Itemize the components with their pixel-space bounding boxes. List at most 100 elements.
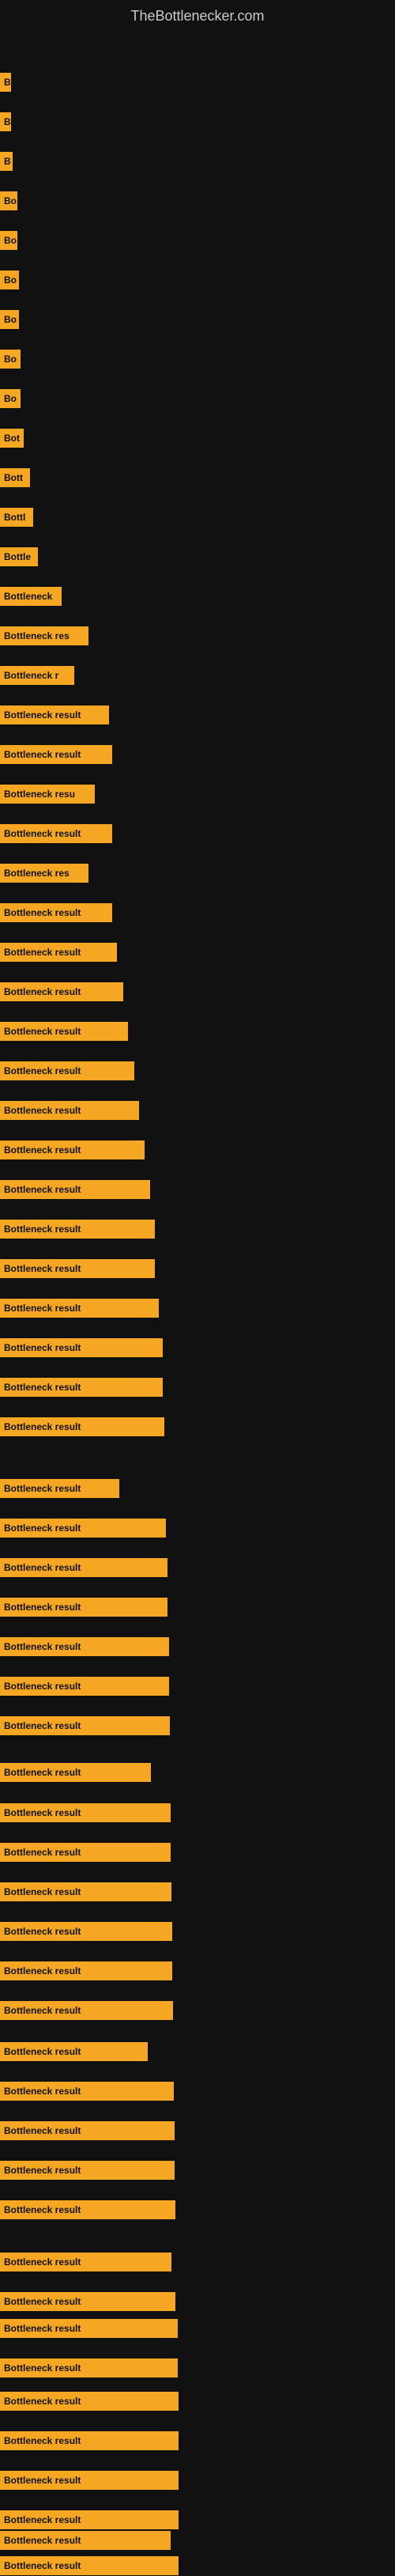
bar-row: Bottleneck result [0, 1802, 171, 1823]
bar-row: Bottleneck result [0, 2252, 171, 2272]
bar-row: Bottleneck result [0, 1518, 166, 1538]
bar-row: Bottleneck result [0, 2530, 171, 2551]
bar-label: B [0, 152, 13, 171]
bar-label: Bottleneck result [0, 2392, 179, 2411]
bar-row: Bottleneck result [0, 1021, 128, 1042]
bar-row: Bottleneck result [0, 2160, 175, 2181]
bar-row: Bottleneck result [0, 1140, 145, 1160]
bar-row: Bottleneck result [0, 1842, 171, 1863]
bar-row: B [0, 151, 13, 172]
bar-row: Bottleneck r [0, 665, 74, 686]
bar-label: Bottleneck result [0, 2200, 175, 2219]
bar-row: Bottleneck result [0, 1417, 164, 1437]
bar-label: Bo [0, 389, 21, 408]
bar-row: Bottleneck res [0, 863, 88, 883]
site-title: TheBottlenecker.com [0, 0, 395, 40]
bar-row: Bottleneck result [0, 2391, 179, 2411]
bar-row: Bottleneck result [0, 2291, 175, 2312]
bar-row: Bottleneck result [0, 705, 109, 725]
bar-label: Bottleneck res [0, 626, 88, 645]
bar-row: Bottleneck result [0, 1921, 172, 1942]
bar-row: Bottleneck result [0, 2555, 179, 2576]
bar-row: B [0, 112, 11, 132]
bar-row: Bottleneck result [0, 902, 112, 923]
bar-label: Bottleneck result [0, 2358, 178, 2377]
bar-row: Bottleneck result [0, 2318, 178, 2339]
bar-label: Bottleneck result [0, 2510, 179, 2529]
bar-row: Bo [0, 270, 19, 290]
bar-row: Bottleneck result [0, 2120, 175, 2141]
bar-label: Bottleneck result [0, 1843, 171, 1862]
bar-row: Bottleneck result [0, 1258, 155, 1279]
bar-label: Bottleneck result [0, 1479, 119, 1498]
bar-row: Bottle [0, 547, 38, 567]
bar-row: Bott [0, 467, 30, 488]
bar-label: Bottleneck result [0, 1417, 164, 1436]
bar-label: Bottleneck result [0, 2531, 171, 2550]
bar-label: Bottleneck result [0, 2121, 175, 2140]
bar-label: Bottleneck result [0, 2042, 148, 2061]
bar-label: Bottleneck result [0, 1101, 139, 1120]
bar-label: Bottleneck result [0, 1598, 167, 1617]
bar-label: B [0, 73, 11, 92]
bar-row: Bottleneck result [0, 1100, 139, 1121]
bar-label: Bottleneck result [0, 2001, 173, 2020]
bar-row: Bottleneck result [0, 1061, 134, 1081]
bar-row: Bottleneck result [0, 1337, 163, 1358]
bar-row: Bottl [0, 507, 33, 528]
bar-label: Bottleneck result [0, 982, 123, 1001]
bar-row: Bottleneck result [0, 2470, 179, 2491]
bar-row: Bottleneck result [0, 1219, 155, 1239]
bar-label: Bottleneck result [0, 1763, 151, 1782]
bar-row: Bottleneck result [0, 1557, 167, 1578]
bar-row: Bottleneck result [0, 1762, 151, 1783]
bar-label: Bottl [0, 508, 33, 527]
bar-row: Bottleneck result [0, 1961, 172, 1981]
bar-row: Bottleneck result [0, 2000, 173, 2021]
bar-label: Bottleneck result [0, 1677, 169, 1696]
bar-row: Bottleneck result [0, 2041, 148, 2062]
bar-row: Bottleneck result [0, 744, 112, 765]
bar-row: Bo [0, 191, 17, 211]
bar-row: Bottleneck result [0, 2358, 178, 2378]
bar-row: Bottleneck result [0, 1377, 163, 1398]
bar-label: Bottleneck result [0, 903, 112, 922]
bar-label: Bottleneck result [0, 1220, 155, 1239]
bar-label: Bottleneck result [0, 1637, 169, 1656]
bar-label: Bo [0, 310, 19, 329]
bar-label: Bottleneck result [0, 1180, 150, 1199]
bar-row: Bottleneck result [0, 1478, 119, 1499]
bar-label: Bottleneck result [0, 2319, 178, 2338]
bar-label: Bottleneck result [0, 2292, 175, 2311]
bar-label: Bo [0, 231, 17, 250]
bar-row: Bottleneck result [0, 1882, 171, 1902]
bar-row: B [0, 72, 11, 93]
bar-label: Bottleneck result [0, 705, 109, 724]
bar-label: Bottleneck result [0, 2471, 179, 2490]
bar-label: Bottleneck result [0, 2431, 179, 2450]
bar-label: Bottle [0, 547, 38, 566]
bar-label: Bottleneck result [0, 1803, 171, 1822]
bar-label: Bottleneck result [0, 1519, 166, 1538]
bar-label: Bottleneck res [0, 864, 88, 883]
bar-row: Bottleneck resu [0, 784, 95, 804]
bar-row: Bottleneck result [0, 2200, 175, 2220]
bar-row: Bottleneck result [0, 1676, 169, 1697]
bar-label: Bottleneck result [0, 1922, 172, 1941]
bar-row: Bottleneck result [0, 2081, 174, 2101]
bar-label: Bottleneck result [0, 1558, 167, 1577]
bar-label: Bottleneck result [0, 1022, 128, 1041]
bar-row: Bottleneck result [0, 1298, 159, 1318]
bar-label: Bottleneck result [0, 1378, 163, 1397]
bar-label: Bot [0, 429, 24, 448]
bar-row: Bot [0, 428, 24, 448]
bar-label: Bottleneck result [0, 1299, 159, 1318]
bar-row: Bottleneck result [0, 1715, 170, 1736]
bar-label: Bottleneck result [0, 745, 112, 764]
bar-row: Bottleneck result [0, 2510, 179, 2530]
bar-label: Bottleneck result [0, 2253, 171, 2271]
bar-label: Bo [0, 191, 17, 210]
bar-label: Bottleneck result [0, 824, 112, 843]
bar-label: Bottleneck result [0, 1882, 171, 1901]
bar-row: Bo [0, 349, 21, 369]
